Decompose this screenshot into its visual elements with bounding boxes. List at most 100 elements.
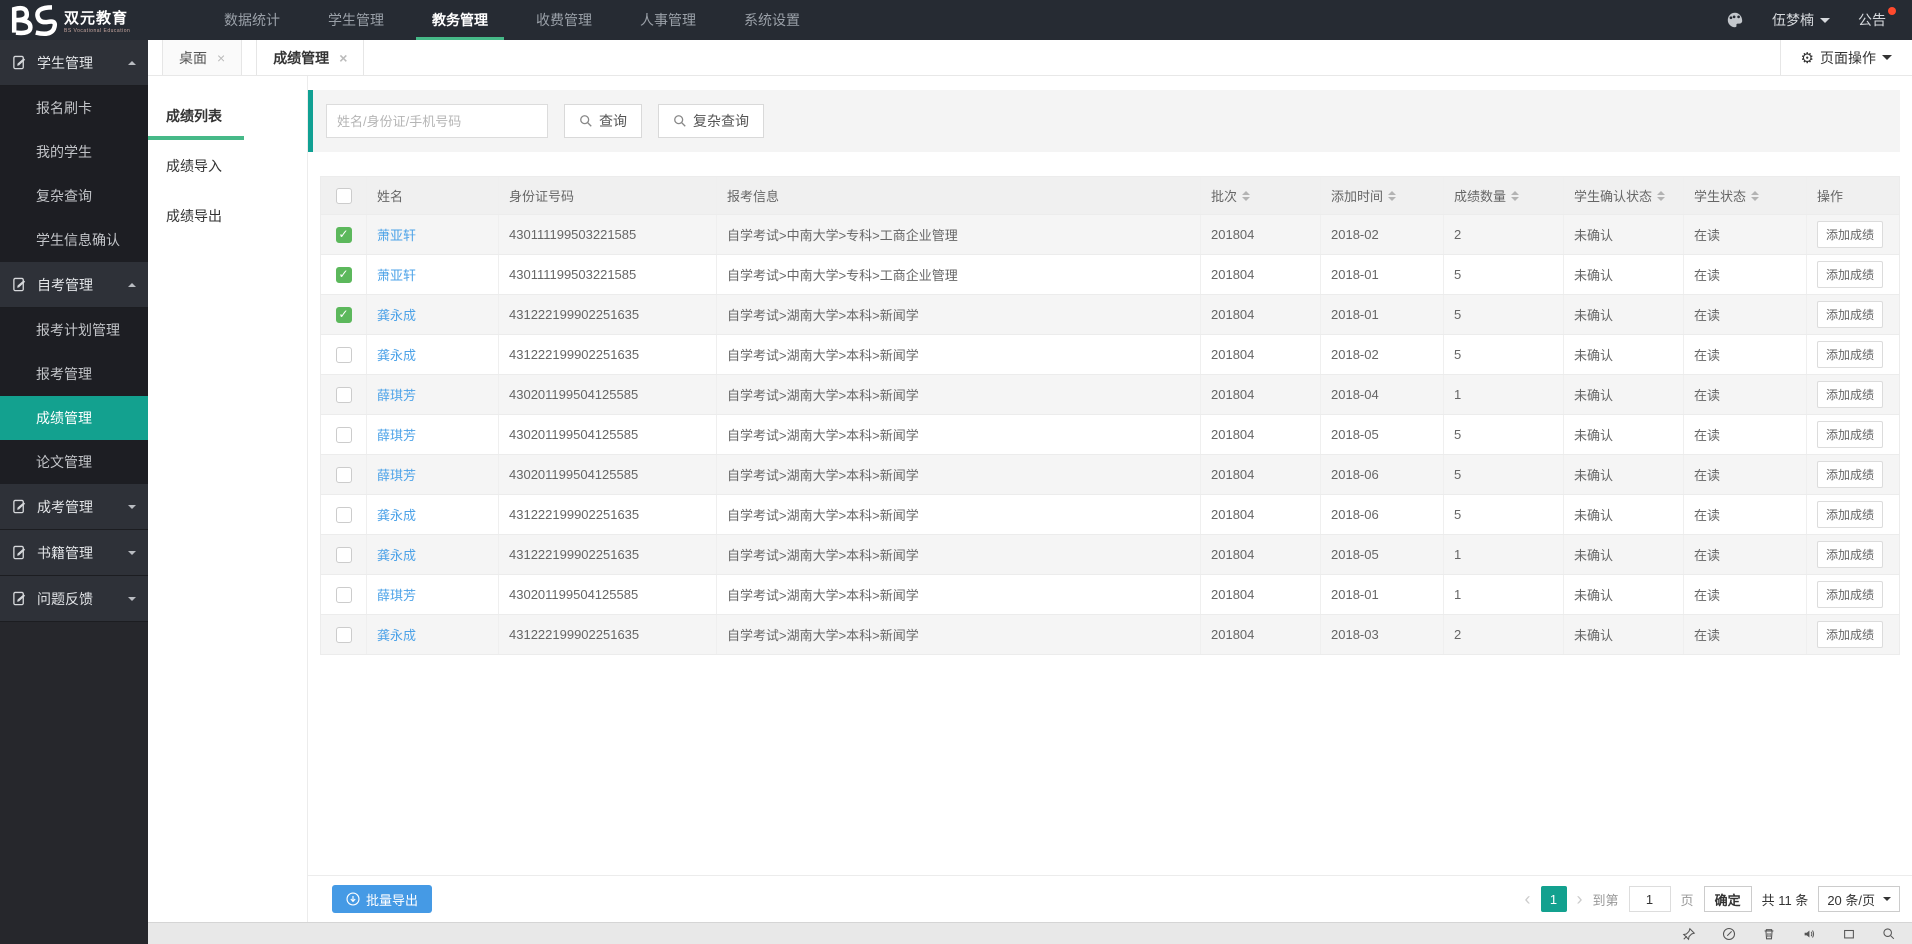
nav-item-data-stats[interactable]: 数据统计 <box>200 0 304 40</box>
sidebar-item-exam-apply-mgmt[interactable]: 报考管理 <box>0 352 148 396</box>
dashboard-icon[interactable] <box>1722 927 1736 941</box>
sidebar-item-my-students[interactable]: 我的学生 <box>0 130 148 174</box>
sort-icon[interactable] <box>1388 190 1397 201</box>
page-actions-button[interactable]: ⚙ 页面操作 <box>1779 40 1912 75</box>
select-all-checkbox[interactable] <box>335 187 352 204</box>
row-checkbox[interactable] <box>335 626 352 643</box>
student-name-link[interactable]: 薛琪芳 <box>377 425 416 444</box>
sort-icon[interactable] <box>1751 190 1760 201</box>
row-checkbox[interactable] <box>335 306 352 323</box>
sidebar-item-exam-plan-mgmt[interactable]: 报考计划管理 <box>0 308 148 352</box>
col-header-batch[interactable]: 批次 <box>1201 177 1321 214</box>
sidebar-item-score-mgmt[interactable]: 成绩管理 <box>0 396 148 440</box>
student-name-link[interactable]: 龚永成 <box>377 545 416 564</box>
nav-item-student-mgmt[interactable]: 学生管理 <box>304 0 408 40</box>
confirm-status-cell: 未确认 <box>1564 295 1684 334</box>
student-name-link[interactable]: 龚永成 <box>377 345 416 364</box>
col-header-confirm-status[interactable]: 学生确认状态 <box>1564 177 1684 214</box>
volume-icon[interactable] <box>1802 927 1816 941</box>
add-score-button[interactable]: 添加成绩 <box>1817 461 1884 488</box>
student-name-link[interactable]: 薛琪芳 <box>377 465 416 484</box>
add-score-button[interactable]: 添加成绩 <box>1817 501 1884 528</box>
apply-info-cell: 自学考试>湖南大学>本科>新闻学 <box>717 415 1201 454</box>
row-checkbox[interactable] <box>335 346 352 363</box>
add-score-button[interactable]: 添加成绩 <box>1817 421 1884 448</box>
sidebar-item-thesis-mgmt[interactable]: 论文管理 <box>0 440 148 484</box>
add-score-button[interactable]: 添加成绩 <box>1817 541 1884 568</box>
row-checkbox[interactable] <box>335 586 352 603</box>
add-score-button[interactable]: 添加成绩 <box>1817 381 1884 408</box>
col-header-action: 操作 <box>1817 189 1844 204</box>
sidebar-item-signup-card[interactable]: 报名刷卡 <box>0 86 148 130</box>
goto-page-input[interactable] <box>1628 886 1671 912</box>
student-name-link[interactable]: 龚永成 <box>377 625 416 644</box>
row-checkbox[interactable] <box>335 386 352 403</box>
goto-confirm-button[interactable]: 确定 <box>1703 886 1752 912</box>
user-menu[interactable]: 伍梦楠 <box>1772 10 1830 30</box>
add-score-button[interactable]: 添加成绩 <box>1817 221 1884 248</box>
subnav-item-score-export[interactable]: 成绩导出 <box>148 196 307 246</box>
score-count-cell: 2 <box>1444 215 1564 254</box>
nav-item-system-settings[interactable]: 系统设置 <box>720 0 824 40</box>
batch-cell: 201804 <box>1201 535 1321 574</box>
search-icon[interactable] <box>1882 927 1896 941</box>
add-score-button[interactable]: 添加成绩 <box>1817 341 1884 368</box>
sort-icon[interactable] <box>1242 190 1251 201</box>
student-name-link[interactable]: 萧亚轩 <box>377 265 416 284</box>
row-checkbox[interactable] <box>335 466 352 483</box>
announcement-link[interactable]: 公告 <box>1858 7 1896 30</box>
query-button[interactable]: 查询 <box>564 104 642 138</box>
sidebar-group-adult-exam-mgmt[interactable]: 成考管理 <box>0 484 148 530</box>
col-header-score-count[interactable]: 成绩数量 <box>1444 177 1564 214</box>
search-input[interactable] <box>326 104 548 138</box>
page-number-button[interactable]: 1 <box>1540 886 1567 912</box>
confirm-status-cell: 未确认 <box>1564 335 1684 374</box>
window-icon[interactable] <box>1842 927 1856 941</box>
student-name-link[interactable]: 龚永成 <box>377 305 416 324</box>
theme-palette-icon[interactable] <box>1726 11 1744 29</box>
subnav-item-score-import[interactable]: 成绩导入 <box>148 146 307 196</box>
nav-item-academic-mgmt[interactable]: 教务管理 <box>408 0 512 40</box>
col-header-added-time[interactable]: 添加时间 <box>1321 177 1444 214</box>
student-name-link[interactable]: 薛琪芳 <box>377 585 416 604</box>
apply-info-cell: 自学考试>湖南大学>本科>新闻学 <box>717 295 1201 334</box>
row-checkbox[interactable] <box>335 506 352 523</box>
subnav-item-score-list[interactable]: 成绩列表 <box>148 96 307 146</box>
tab-desktop[interactable]: 桌面 × <box>162 40 243 75</box>
sidebar-group-student-mgmt[interactable]: 学生管理 <box>0 40 148 86</box>
sidebar-item-complex-query[interactable]: 复杂查询 <box>0 174 148 218</box>
student-name-link[interactable]: 龚永成 <box>377 505 416 524</box>
sort-icon[interactable] <box>1511 190 1520 201</box>
student-status-cell: 在读 <box>1684 535 1807 574</box>
page-size-select[interactable]: 20 条/页 <box>1818 886 1900 912</box>
pin-icon[interactable] <box>1682 927 1696 941</box>
student-name-link[interactable]: 萧亚轩 <box>377 225 416 244</box>
row-checkbox[interactable] <box>335 426 352 443</box>
col-header-student-status[interactable]: 学生状态 <box>1684 177 1807 214</box>
student-name-link[interactable]: 薛琪芳 <box>377 385 416 404</box>
sort-icon[interactable] <box>1657 190 1666 201</box>
sidebar-group-book-mgmt[interactable]: 书籍管理 <box>0 530 148 576</box>
complex-query-button[interactable]: 复杂查询 <box>658 104 764 138</box>
next-page-icon[interactable]: › <box>1577 890 1583 908</box>
prev-page-icon[interactable]: ‹ <box>1525 890 1531 908</box>
sidebar-group-feedback[interactable]: 问题反馈 <box>0 576 148 622</box>
trash-icon[interactable] <box>1762 927 1776 941</box>
add-score-button[interactable]: 添加成绩 <box>1817 581 1884 608</box>
id-number-cell: 430201199504125585 <box>499 415 717 454</box>
row-checkbox[interactable] <box>335 266 352 283</box>
nav-item-hr-mgmt[interactable]: 人事管理 <box>616 0 720 40</box>
tab-close-icon[interactable]: × <box>339 50 347 66</box>
row-checkbox[interactable] <box>335 226 352 243</box>
add-score-button[interactable]: 添加成绩 <box>1817 261 1884 288</box>
add-score-button[interactable]: 添加成绩 <box>1817 621 1884 648</box>
add-score-button[interactable]: 添加成绩 <box>1817 301 1884 328</box>
sidebar-item-student-info-confirm[interactable]: 学生信息确认 <box>0 218 148 262</box>
sidebar-group-self-exam-mgmt[interactable]: 自考管理 <box>0 262 148 308</box>
student-status-cell: 在读 <box>1684 495 1807 534</box>
row-checkbox[interactable] <box>335 546 352 563</box>
batch-export-button[interactable]: 批量导出 <box>332 885 433 913</box>
tab-close-icon[interactable]: × <box>217 50 225 66</box>
nav-item-fee-mgmt[interactable]: 收费管理 <box>512 0 616 40</box>
tab-score-mgmt[interactable]: 成绩管理 × <box>256 40 365 75</box>
